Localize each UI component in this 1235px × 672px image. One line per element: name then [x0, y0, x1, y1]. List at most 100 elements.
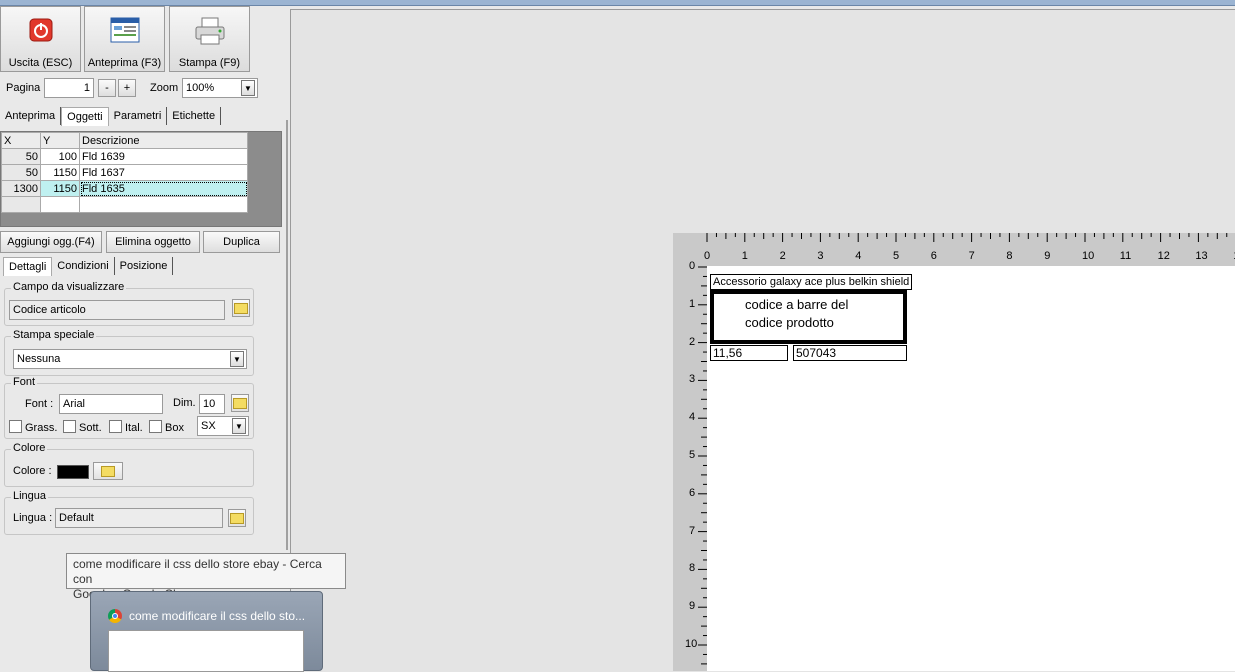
- align-value: SX: [201, 420, 216, 432]
- color-swatch[interactable]: [57, 465, 89, 479]
- box-checkbox[interactable]: Box: [149, 420, 184, 434]
- font-group: Font Font : Arial Dim. 10 Grass. Sott. I…: [4, 376, 254, 439]
- ruler-number: 8: [1006, 250, 1013, 262]
- column-header-descrizione[interactable]: Descrizione: [79, 132, 248, 149]
- cell-desc: Fld 1635: [79, 180, 248, 197]
- tab-dettagli[interactable]: Dettagli: [3, 257, 53, 276]
- align-select[interactable]: SX ▼: [197, 416, 249, 436]
- page-minus-button[interactable]: -: [98, 79, 116, 97]
- checkbox-icon: [149, 420, 162, 433]
- ruler-number: 3: [689, 373, 696, 386]
- ruler-number: 4: [689, 411, 696, 424]
- printer-icon: [194, 17, 226, 48]
- barcode-field[interactable]: codice a barre del codice prodotto: [710, 290, 907, 344]
- ruler-number: 12: [1157, 250, 1170, 262]
- ruler-number: 7: [689, 524, 696, 537]
- underline-checkbox[interactable]: Sott.: [63, 420, 102, 434]
- preview-button[interactable]: Anteprima (F3): [84, 6, 165, 72]
- ruler-number: 4: [855, 250, 862, 262]
- ruler-number: 5: [689, 449, 696, 461]
- chevron-down-icon: ▼: [230, 351, 244, 367]
- field-select[interactable]: Codice articolo: [9, 300, 225, 320]
- ruler-number: 2: [689, 335, 696, 348]
- page-plus-button[interactable]: +: [118, 79, 136, 97]
- cell-desc: Fld 1637: [79, 164, 248, 181]
- language-group: Lingua Lingua : Default: [4, 490, 254, 535]
- folder-icon[interactable]: [228, 509, 246, 527]
- font-group-legend: Font: [11, 376, 38, 388]
- bold-checkbox[interactable]: Grass.: [9, 420, 57, 434]
- duplicate-button[interactable]: Duplica: [203, 231, 280, 253]
- exit-label: Uscita (ESC): [8, 57, 73, 69]
- ruler-number: 6: [689, 486, 696, 499]
- ruler-number: 2: [779, 250, 786, 262]
- add-object-button[interactable]: Aggiungi ogg.(F4): [0, 231, 102, 253]
- cell-y: 1150: [40, 180, 80, 197]
- table-row[interactable]: 50 100 Fld 1639: [1, 148, 248, 165]
- ruler-number: 1: [689, 297, 696, 310]
- barcode-line-1: codice a barre del: [745, 297, 849, 312]
- print-label: Stampa (F9): [178, 57, 241, 69]
- taskbar-tooltip: come modificare il css dello store ebay …: [66, 553, 346, 601]
- ruler-number: 6: [930, 250, 937, 262]
- chevron-down-icon: ▼: [241, 80, 255, 96]
- ruler-number: 9: [1044, 250, 1051, 262]
- zoom-label: Zoom: [150, 82, 179, 94]
- chevron-down-icon: ▼: [232, 418, 246, 434]
- special-print-select[interactable]: Nessuna ▼: [13, 349, 247, 369]
- ruler-number: 11: [1119, 250, 1132, 262]
- detail-tabs: Dettagli Condizioni Posizione: [3, 257, 174, 276]
- tab-condizioni[interactable]: Condizioni: [52, 257, 115, 275]
- taskbar-thumbnail[interactable]: come modificare il css dello sto...: [90, 591, 323, 672]
- panel-divider: [286, 120, 288, 550]
- tab-anteprima[interactable]: Anteprima: [0, 107, 62, 125]
- folder-icon[interactable]: [93, 462, 123, 480]
- size-input[interactable]: 10: [199, 394, 225, 414]
- table-header-row: X Y Descrizione: [1, 132, 248, 149]
- checkbox-icon: [63, 420, 76, 433]
- field-description[interactable]: Accessorio galaxy ace plus belkin shield: [710, 274, 913, 290]
- zoom-select[interactable]: 100% ▼: [182, 78, 258, 98]
- exit-button[interactable]: Uscita (ESC): [0, 6, 81, 72]
- thumbnail-preview: [108, 630, 304, 672]
- ruler-number: 7: [968, 250, 975, 262]
- column-header-y[interactable]: Y: [40, 132, 80, 149]
- table-row-empty[interactable]: [1, 196, 248, 213]
- checkbox-icon: [9, 420, 22, 433]
- label-paper[interactable]: Accessorio galaxy ace plus belkin shield…: [707, 266, 1235, 671]
- font-input[interactable]: Arial: [59, 394, 163, 414]
- page-input[interactable]: 1: [44, 78, 94, 98]
- horizontal-ruler: [673, 233, 1235, 266]
- italic-checkbox[interactable]: Ital.: [109, 420, 143, 434]
- tooltip-line-1: come modificare il css dello store ebay …: [73, 557, 322, 586]
- table-row[interactable]: 50 1150 Fld 1637: [1, 164, 248, 181]
- ruler-number: 1: [741, 250, 748, 262]
- preview-label: Anteprima (F3): [87, 57, 162, 69]
- thumbnail-title: come modificare il css dello sto...: [129, 609, 306, 623]
- delete-object-button[interactable]: Elimina oggetto: [106, 231, 200, 253]
- objects-table: X Y Descrizione 50 100 Fld 1639 50 1150 …: [0, 131, 282, 227]
- field-price[interactable]: 11,56: [710, 345, 788, 361]
- print-button[interactable]: Stampa (F9): [169, 6, 250, 72]
- ruler-number: 8: [689, 562, 696, 575]
- folder-icon[interactable]: [232, 299, 250, 317]
- ruler-number: 0: [704, 250, 711, 262]
- field-group: Campo da visualizzare Codice articolo: [4, 281, 254, 326]
- font-label: Font :: [25, 398, 54, 410]
- tab-parametri[interactable]: Parametri: [109, 107, 168, 125]
- table-row-selected[interactable]: 1300 1150 Fld 1635: [1, 180, 248, 197]
- column-header-x[interactable]: X: [1, 132, 41, 149]
- tab-posizione[interactable]: Posizione: [115, 257, 174, 275]
- ruler-number: 10: [1082, 250, 1095, 262]
- tab-oggetti[interactable]: Oggetti: [61, 107, 109, 126]
- color-group-legend: Colore: [11, 442, 48, 454]
- folder-icon[interactable]: [231, 394, 249, 412]
- field-code[interactable]: 507043: [793, 345, 907, 361]
- cell-desc: Fld 1639: [79, 148, 248, 165]
- preview-window-icon: [110, 17, 140, 46]
- ruler-number: 0: [689, 260, 696, 272]
- tab-etichette[interactable]: Etichette: [167, 107, 222, 125]
- pagination-bar: Pagina 1 - + Zoom 100% ▼: [6, 78, 286, 98]
- language-input[interactable]: Default: [55, 508, 223, 528]
- color-group: Colore Colore :: [4, 442, 254, 487]
